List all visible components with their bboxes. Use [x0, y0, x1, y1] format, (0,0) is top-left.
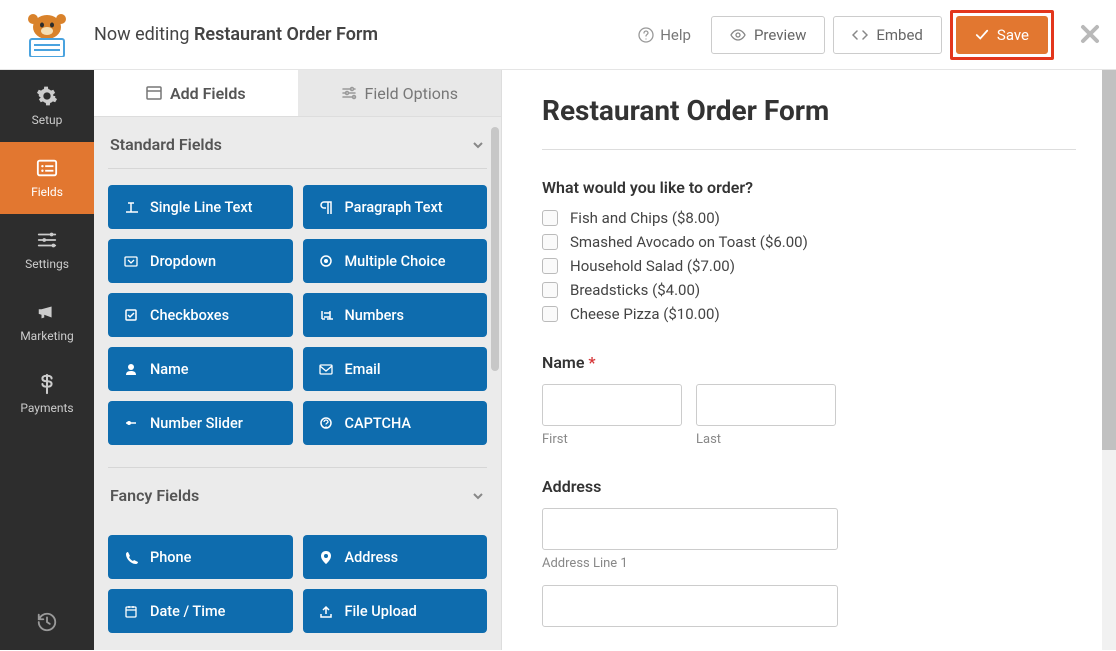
order-option[interactable]: Household Salad ($7.00) — [542, 257, 1076, 275]
preview-title: Restaurant Order Form — [542, 94, 1076, 127]
chevron-down-icon — [471, 489, 485, 503]
field-type-icon — [124, 200, 138, 214]
form-name: Restaurant Order Form — [194, 24, 378, 45]
help-link[interactable]: Help — [638, 26, 691, 44]
fancy-fields-grid: PhoneAddressDate / TimeFile Upload — [108, 519, 487, 633]
field-type-icon — [319, 254, 333, 268]
field-type-icon — [124, 254, 138, 268]
nav-history[interactable] — [0, 594, 94, 650]
field-type-icon — [319, 362, 333, 376]
standard-fields-grid: Single Line TextParagraph TextDropdownMu… — [108, 169, 487, 445]
order-option[interactable]: Smashed Avocado on Toast ($6.00) — [542, 233, 1076, 251]
sublabel-first: First — [542, 432, 682, 447]
field-single-line-text[interactable]: Single Line Text — [108, 185, 293, 229]
form-preview: Restaurant Order Form What would you lik… — [502, 70, 1116, 650]
field-type-icon — [124, 550, 138, 564]
field-type-icon — [319, 416, 333, 430]
checkbox-icon — [542, 210, 558, 226]
field-numbers[interactable]: Numbers — [303, 293, 488, 337]
megaphone-icon — [36, 301, 58, 323]
tab-field-options[interactable]: Field Options — [298, 70, 502, 116]
gear-icon — [36, 85, 58, 107]
help-icon — [638, 27, 654, 43]
top-actions: Help Preview Embed Save — [638, 10, 1116, 60]
mascot-icon — [20, 13, 74, 57]
field-label: What would you like to order? — [542, 178, 1076, 197]
checkbox-icon — [542, 306, 558, 322]
field-type-icon — [124, 308, 138, 322]
field-type-icon — [124, 362, 138, 376]
field-email[interactable]: Email — [303, 347, 488, 391]
nav-settings[interactable]: Settings — [0, 214, 94, 286]
preview-button[interactable]: Preview — [711, 16, 825, 54]
order-option[interactable]: Breadsticks ($4.00) — [542, 281, 1076, 299]
order-option[interactable]: Cheese Pizza ($10.00) — [542, 305, 1076, 323]
field-name[interactable]: Name — [108, 347, 293, 391]
sublabel-last: Last — [696, 432, 836, 447]
window-icon — [146, 85, 162, 101]
field-name[interactable]: Name * First Last — [542, 353, 1076, 447]
field-address[interactable]: Address — [303, 535, 488, 579]
section-standard[interactable]: Standard Fields — [108, 117, 487, 169]
field-number-slider[interactable]: Number Slider — [108, 401, 293, 445]
checkbox-icon — [542, 282, 558, 298]
eye-icon — [730, 27, 746, 43]
field-order[interactable]: What would you like to order? Fish and C… — [542, 178, 1076, 323]
address-line2-input[interactable] — [542, 585, 838, 627]
page-title: Now editing Restaurant Order Form — [94, 24, 638, 45]
first-name-input[interactable] — [542, 384, 682, 426]
field-file-upload[interactable]: File Upload — [303, 589, 488, 633]
checkbox-icon — [542, 258, 558, 274]
left-nav: Setup Fields Settings Marketing Payments — [0, 70, 94, 650]
checkbox-icon — [542, 234, 558, 250]
field-label: Name * — [542, 353, 1076, 372]
field-phone[interactable]: Phone — [108, 535, 293, 579]
save-button[interactable]: Save — [956, 16, 1048, 54]
panel-body: Standard Fields Single Line TextParagrap… — [94, 117, 501, 651]
sublabel-address1: Address Line 1 — [542, 556, 1076, 571]
field-type-icon — [319, 308, 333, 322]
field-type-icon — [124, 416, 138, 430]
fields-panel: Add Fields Field Options Standard Fields… — [94, 70, 502, 650]
nav-fields[interactable]: Fields — [0, 142, 94, 214]
dollar-icon — [36, 373, 58, 395]
close-button[interactable] — [1080, 18, 1100, 51]
field-type-icon — [124, 604, 138, 618]
history-icon — [36, 611, 58, 633]
nav-setup[interactable]: Setup — [0, 70, 94, 142]
section-fancy[interactable]: Fancy Fields — [108, 468, 487, 519]
check-icon — [975, 28, 989, 42]
nav-payments[interactable]: Payments — [0, 358, 94, 430]
panel-tabs: Add Fields Field Options — [94, 70, 501, 117]
chevron-down-icon — [471, 138, 485, 152]
preview-scrollbar[interactable] — [1102, 70, 1116, 650]
address-line1-input[interactable] — [542, 508, 838, 550]
embed-button[interactable]: Embed — [833, 16, 942, 54]
field-captcha[interactable]: CAPTCHA — [303, 401, 488, 445]
logo — [0, 13, 94, 57]
code-icon — [852, 27, 868, 43]
field-type-icon — [319, 550, 333, 564]
field-type-icon — [319, 200, 333, 214]
save-highlight: Save — [950, 10, 1054, 60]
list-icon — [36, 157, 58, 179]
field-dropdown[interactable]: Dropdown — [108, 239, 293, 283]
field-multiple-choice[interactable]: Multiple Choice — [303, 239, 488, 283]
nav-marketing[interactable]: Marketing — [0, 286, 94, 358]
field-label: Address — [542, 477, 1076, 496]
sliders-icon — [36, 229, 58, 251]
main: Setup Fields Settings Marketing Payments… — [0, 70, 1116, 650]
top-bar: Now editing Restaurant Order Form Help P… — [0, 0, 1116, 70]
field-checkboxes[interactable]: Checkboxes — [108, 293, 293, 337]
order-option[interactable]: Fish and Chips ($8.00) — [542, 209, 1076, 227]
field-date-time[interactable]: Date / Time — [108, 589, 293, 633]
close-icon — [1080, 24, 1100, 44]
field-type-icon — [319, 604, 333, 618]
sliders-small-icon — [341, 85, 357, 101]
tab-add-fields[interactable]: Add Fields — [94, 70, 298, 116]
field-paragraph-text[interactable]: Paragraph Text — [303, 185, 488, 229]
field-address[interactable]: Address Address Line 1 — [542, 477, 1076, 627]
last-name-input[interactable] — [696, 384, 836, 426]
panel-scrollbar[interactable] — [491, 127, 499, 371]
